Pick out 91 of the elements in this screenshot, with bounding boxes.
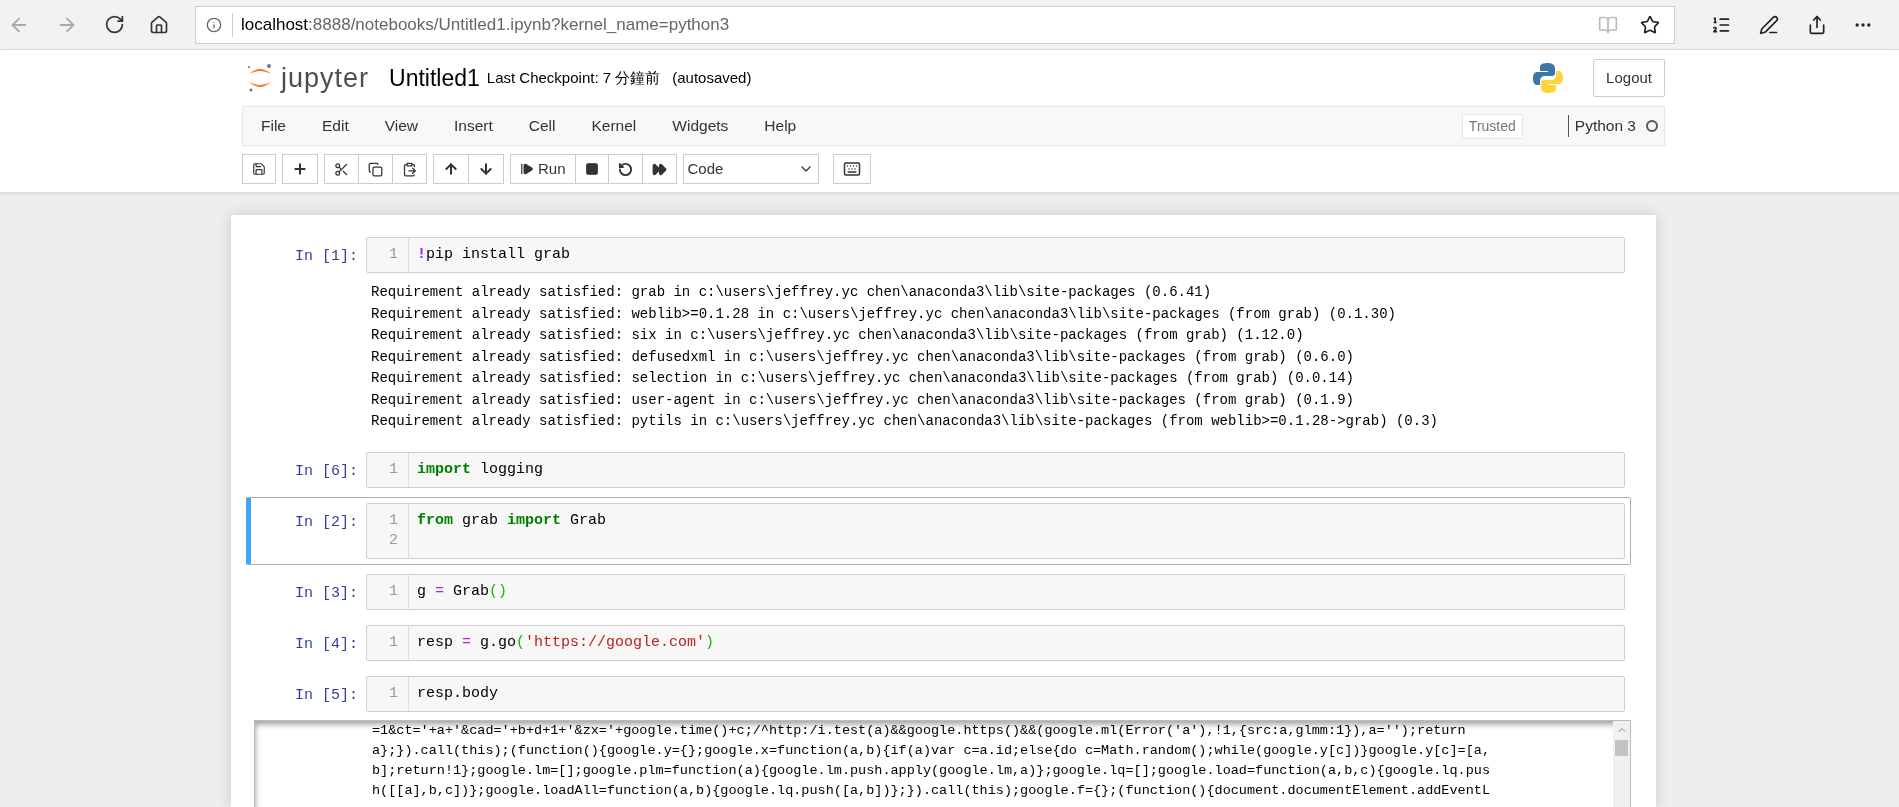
output-line: Requirement already satisfied: six in c:\users\jeffrey.yc chen\anaconda3\lib\site-packages (from grab) (1.12.0) bbox=[371, 326, 1305, 345]
line-number: 1 bbox=[389, 683, 398, 704]
menu-item[interactable]: Kernel bbox=[573, 114, 655, 138]
run-button[interactable]: Run bbox=[510, 154, 576, 184]
code-cell[interactable]: In [4]: 1 resp = g.go('https://google.com') bbox=[246, 618, 1631, 667]
url-text: localhost:8888/notebooks/Untitled1.ipynb?kernel_name=python3 bbox=[241, 13, 730, 36]
stop-icon bbox=[584, 162, 599, 176]
input-prompt: In [6]: bbox=[294, 461, 359, 482]
line-number: 1 bbox=[389, 581, 398, 602]
scroll-thumb[interactable] bbox=[1615, 739, 1628, 756]
plus-icon bbox=[292, 161, 308, 177]
cut-button[interactable] bbox=[324, 154, 359, 184]
paste-button[interactable] bbox=[392, 154, 427, 184]
output-line: a};}).call(this);(function(){google.y={};google.x=function(a,b){if(a)var c=a.id;else{do c=Math.random();while(google.y[c])}google.y[c]=[a, bbox=[372, 741, 1491, 760]
reload-icon[interactable] bbox=[104, 14, 125, 35]
output-line: =1&ct='+a+'&cad='+b+d+1+'&zx='+google.time()+c;/^http:/i.test(a)&&google.https()&&(google.ml(Error('a'),!1,{src:a,glmm:1}),a='');return bbox=[372, 721, 1467, 740]
code-cell[interactable]: In [3]: 1 g = Grab() bbox=[246, 567, 1631, 616]
output-line: Requirement already satisfied: weblib>=0.1.28 in c:\users\jeffrey.yc chen\anaconda3\lib\site-packages (from grab) (0.1.30) bbox=[371, 304, 1397, 324]
output-line: Requirement already satisfied: user-agent in c:\users\jeffrey.yc chen\anaconda3\lib\site-packages (from grab) (0.1.9) bbox=[371, 390, 1355, 410]
paste-icon bbox=[402, 161, 417, 177]
code-line: g = Grab() bbox=[417, 581, 508, 602]
move-down-button[interactable] bbox=[468, 154, 504, 184]
notebook-name[interactable]: Untitled1 bbox=[389, 60, 480, 96]
save-icon bbox=[252, 162, 266, 176]
save-button[interactable] bbox=[242, 154, 276, 184]
output-line: Requirement already satisfied: selection in c:\users\jeffrey.yc chen\anaconda3\lib\site-packages (from grab) (0.0.14) bbox=[371, 369, 1355, 388]
pen-icon[interactable] bbox=[1759, 14, 1779, 35]
menu-item[interactable]: Cell bbox=[510, 114, 574, 138]
info-icon bbox=[206, 16, 222, 33]
python-logo-icon bbox=[1531, 61, 1566, 95]
code-cell[interactable]: In [5]: 1 resp.body bbox=[246, 669, 1631, 718]
favorite-star-icon[interactable] bbox=[1640, 14, 1660, 35]
jupyter-wordmark: jupyter bbox=[281, 61, 370, 95]
menu-item[interactable]: Insert bbox=[436, 114, 511, 138]
code-line: from grab import Grab bbox=[417, 510, 607, 531]
line-number: 1 bbox=[389, 245, 398, 265]
code-editor[interactable]: 1 g = Grab() bbox=[366, 573, 1625, 610]
code-line: import logging bbox=[417, 459, 544, 480]
output-line: Requirement already satisfied: grab in c:\users\jeffrey.yc chen\anaconda3\lib\site-packages (0.6.41) bbox=[371, 283, 1213, 302]
keyboard-icon bbox=[842, 160, 861, 178]
copy-icon bbox=[368, 161, 383, 177]
line-number: 1 bbox=[389, 632, 398, 653]
input-prompt: In [4]: bbox=[294, 634, 359, 655]
share-icon[interactable] bbox=[1807, 14, 1827, 35]
menu-item[interactable]: View bbox=[366, 114, 437, 138]
code-cell[interactable]: In [2]: 1 2 from grab import Grab bbox=[246, 496, 1631, 565]
code-editor[interactable]: 1 resp = g.go('https://google.com') bbox=[366, 624, 1625, 661]
input-prompt: In [1]: bbox=[294, 247, 359, 267]
output-line: Requirement already satisfied: defusedxml in c:\users\jeffrey.yc chen\anaconda3\lib\site-packages (from grab) (0.6.0) bbox=[371, 347, 1355, 367]
keyboard-shortcuts-button[interactable] bbox=[832, 154, 871, 184]
input-prompt: In [2]: bbox=[294, 512, 359, 533]
menu-item[interactable]: Widgets bbox=[654, 114, 747, 138]
home-icon[interactable] bbox=[149, 14, 169, 35]
code-editor[interactable]: 1 import logging bbox=[366, 451, 1625, 488]
run-all-button[interactable] bbox=[641, 154, 677, 184]
address-bar[interactable]: localhost:8888/notebooks/Untitled1.ipynb?kernel_name=python3 bbox=[195, 5, 1675, 44]
code-editor[interactable]: 1 2 from grab import Grab bbox=[366, 502, 1625, 559]
input-prompt: In [3]: bbox=[294, 583, 359, 604]
input-prompt: In [5]: bbox=[294, 685, 359, 706]
add-cell-button[interactable] bbox=[282, 154, 318, 184]
trusted-indicator[interactable]: Trusted bbox=[1461, 113, 1523, 139]
logout-button[interactable]: Logout bbox=[1593, 59, 1665, 97]
output-line: b];return!1};google.lm=[];google.plm=function(a){google.lm.push.apply(google.lm,a)};google.lq=[];google.load=function(a,b,c){google.lq.pus bbox=[372, 761, 1491, 780]
code-cell[interactable]: In [6]: 1 import logging bbox=[246, 445, 1631, 494]
checkpoint-status: Last Checkpoint: 7 分鐘前 bbox=[486, 67, 661, 88]
code-cell[interactable]: In [1]: 1 !pip install grab bbox=[246, 231, 1631, 279]
code-line: resp = g.go('https://google.com') bbox=[417, 632, 715, 653]
restart-icon bbox=[617, 161, 633, 177]
kernel-name: Python 3 bbox=[1574, 116, 1636, 137]
code-line: !pip install grab bbox=[417, 245, 571, 265]
autosave-status: (autosaved) bbox=[672, 67, 752, 88]
scrollbar[interactable] bbox=[1613, 720, 1630, 807]
output-line: h([[a],b,c])};google.loadAll=function(a,b){google.lq.push([a,b])};}).call(this);google.f={};(function(){document.documentElement.addEventL bbox=[372, 781, 1491, 800]
menu-item[interactable]: Edit bbox=[304, 114, 367, 138]
fast-forward-icon bbox=[651, 161, 667, 177]
copy-button[interactable] bbox=[358, 154, 393, 184]
code-editor[interactable]: 1 resp.body bbox=[366, 675, 1625, 712]
cell-type-dropdown[interactable]: Code bbox=[682, 154, 819, 184]
line-number: 2 bbox=[389, 530, 398, 551]
code-line: resp.body bbox=[417, 683, 498, 704]
stop-button[interactable] bbox=[574, 154, 609, 184]
restart-button[interactable] bbox=[607, 154, 643, 184]
step-forward-icon bbox=[520, 162, 534, 176]
scissors-icon bbox=[334, 161, 349, 177]
menu-item[interactable]: Help bbox=[746, 114, 815, 138]
line-number: 1 bbox=[389, 510, 398, 531]
move-up-button[interactable] bbox=[433, 154, 469, 184]
menu-item[interactable]: File bbox=[243, 114, 304, 138]
output-line: Requirement already satisfied: pytils in c:\users\jeffrey.yc chen\anaconda3\lib\site-packages (from weblib>=0.1.28->grab) (0.3) bbox=[371, 412, 1439, 431]
line-number: 1 bbox=[389, 459, 398, 480]
code-editor[interactable]: 1 !pip install grab bbox=[366, 237, 1625, 273]
